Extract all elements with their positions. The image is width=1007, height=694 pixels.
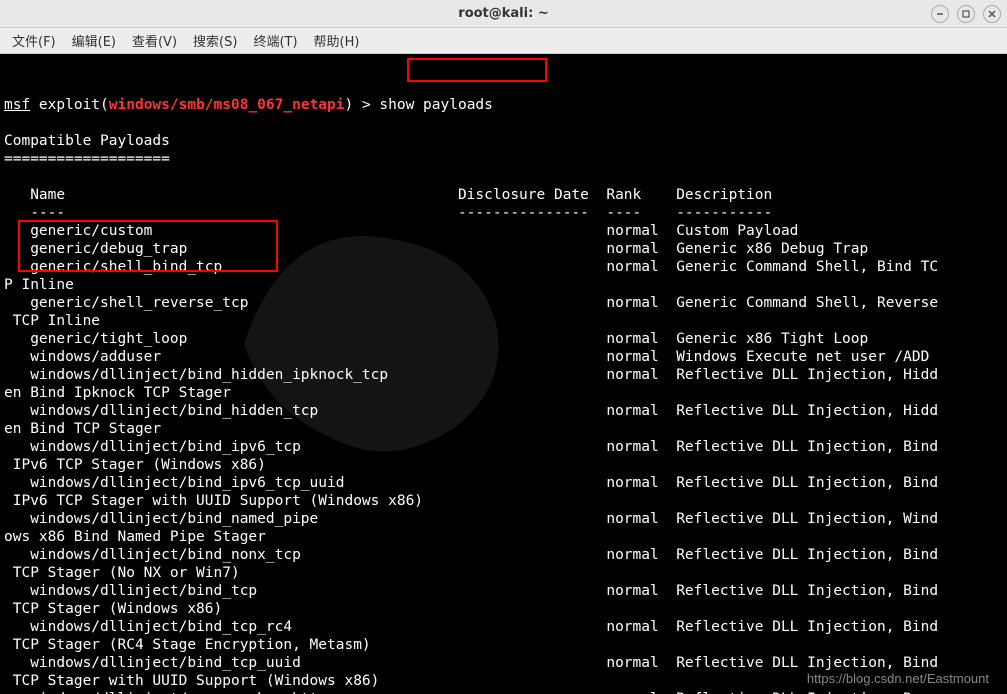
payload-row: windows/adduser normal Windows Execute n… (4, 349, 929, 365)
payload-row: windows/dllinject/bind_tcp_rc4 normal Re… (4, 619, 938, 635)
menu-search[interactable]: 搜索(S) (187, 29, 243, 52)
payload-row-wrap: TCP Stager with UUID Support (Windows x8… (4, 673, 379, 689)
payload-row: generic/custom normal Custom Payload (4, 223, 798, 239)
terminal-area[interactable]: msf exploit(windows/smb/ms08_067_netapi)… (0, 54, 1007, 694)
payload-row-wrap: TCP Stager (Windows x86) (4, 601, 222, 617)
window-controls (931, 5, 1001, 23)
menubar: 文件(F) 编辑(E) 查看(V) 搜索(S) 终端(T) 帮助(H) (0, 28, 1007, 54)
payload-row: windows/dllinject/bind_ipv6_tcp normal R… (4, 439, 938, 455)
payload-row-wrap: P Inline (4, 277, 74, 293)
payload-row: windows/dllinject/bind_ipv6_tcp_uuid nor… (4, 475, 938, 491)
prompt-msf: msf (4, 97, 30, 113)
payload-row-wrap: TCP Stager (RC4 Stage Encryption, Metasm… (4, 637, 371, 653)
watermark-text: https://blog.csdn.net/Eastmount (807, 670, 989, 688)
prompt-exploit-path: windows/smb/ms08_067_netapi (109, 97, 345, 113)
payload-row: generic/debug_trap normal Generic x86 De… (4, 241, 868, 257)
command-text: show payloads (379, 97, 493, 113)
payload-row: generic/tight_loop normal Generic x86 Ti… (4, 331, 868, 347)
payload-row: windows/dllinject/bind_tcp_uuid normal R… (4, 655, 938, 671)
payload-row-wrap: ows x86 Bind Named Pipe Stager (4, 529, 266, 545)
payload-row-wrap: IPv6 TCP Stager with UUID Support (Windo… (4, 493, 423, 509)
payload-row: generic/shell_bind_tcp normal Generic Co… (4, 259, 938, 275)
prompt-close: ) > (344, 97, 379, 113)
payload-row: windows/dllinject/bind_tcp normal Reflec… (4, 583, 938, 599)
section-heading: Compatible Payloads (4, 133, 170, 149)
menu-help[interactable]: 帮助(H) (308, 29, 366, 52)
minimize-button[interactable] (931, 5, 949, 23)
payload-row: windows/dllinject/bind_hidden_tcp normal… (4, 403, 938, 419)
payload-row: generic/shell_reverse_tcp normal Generic… (4, 295, 938, 311)
menu-edit[interactable]: 编辑(E) (66, 29, 122, 52)
menu-file[interactable]: 文件(F) (6, 29, 62, 52)
maximize-button[interactable] (957, 5, 975, 23)
payload-row-wrap: en Bind Ipknock TCP Stager (4, 385, 231, 401)
payload-row: windows/dllinject/bind_nonx_tcp normal R… (4, 547, 938, 563)
payload-row-wrap: IPv6 TCP Stager (Windows x86) (4, 457, 266, 473)
annotation-box-command (407, 58, 547, 82)
section-underline: =================== (4, 151, 170, 167)
window-title: root@kali: ~ (458, 6, 548, 21)
column-headers: Name Disclosure Date Rank Description (4, 187, 772, 203)
prompt-exploit-label: exploit( (30, 97, 109, 113)
payload-row: windows/dllinject/bind_named_pipe normal… (4, 511, 938, 527)
column-dividers: ---- --------------- ---- ----------- (4, 205, 772, 221)
payload-row-wrap: en Bind TCP Stager (4, 421, 161, 437)
payload-row: windows/dllinject/bind_hidden_ipknock_tc… (4, 367, 938, 383)
close-button[interactable] (983, 5, 1001, 23)
menu-view[interactable]: 查看(V) (126, 29, 183, 52)
menu-terminal[interactable]: 终端(T) (247, 29, 303, 52)
titlebar: root@kali: ~ (0, 0, 1007, 28)
payload-row-wrap: TCP Stager (No NX or Win7) (4, 565, 240, 581)
payload-row-wrap: TCP Inline (4, 313, 100, 329)
